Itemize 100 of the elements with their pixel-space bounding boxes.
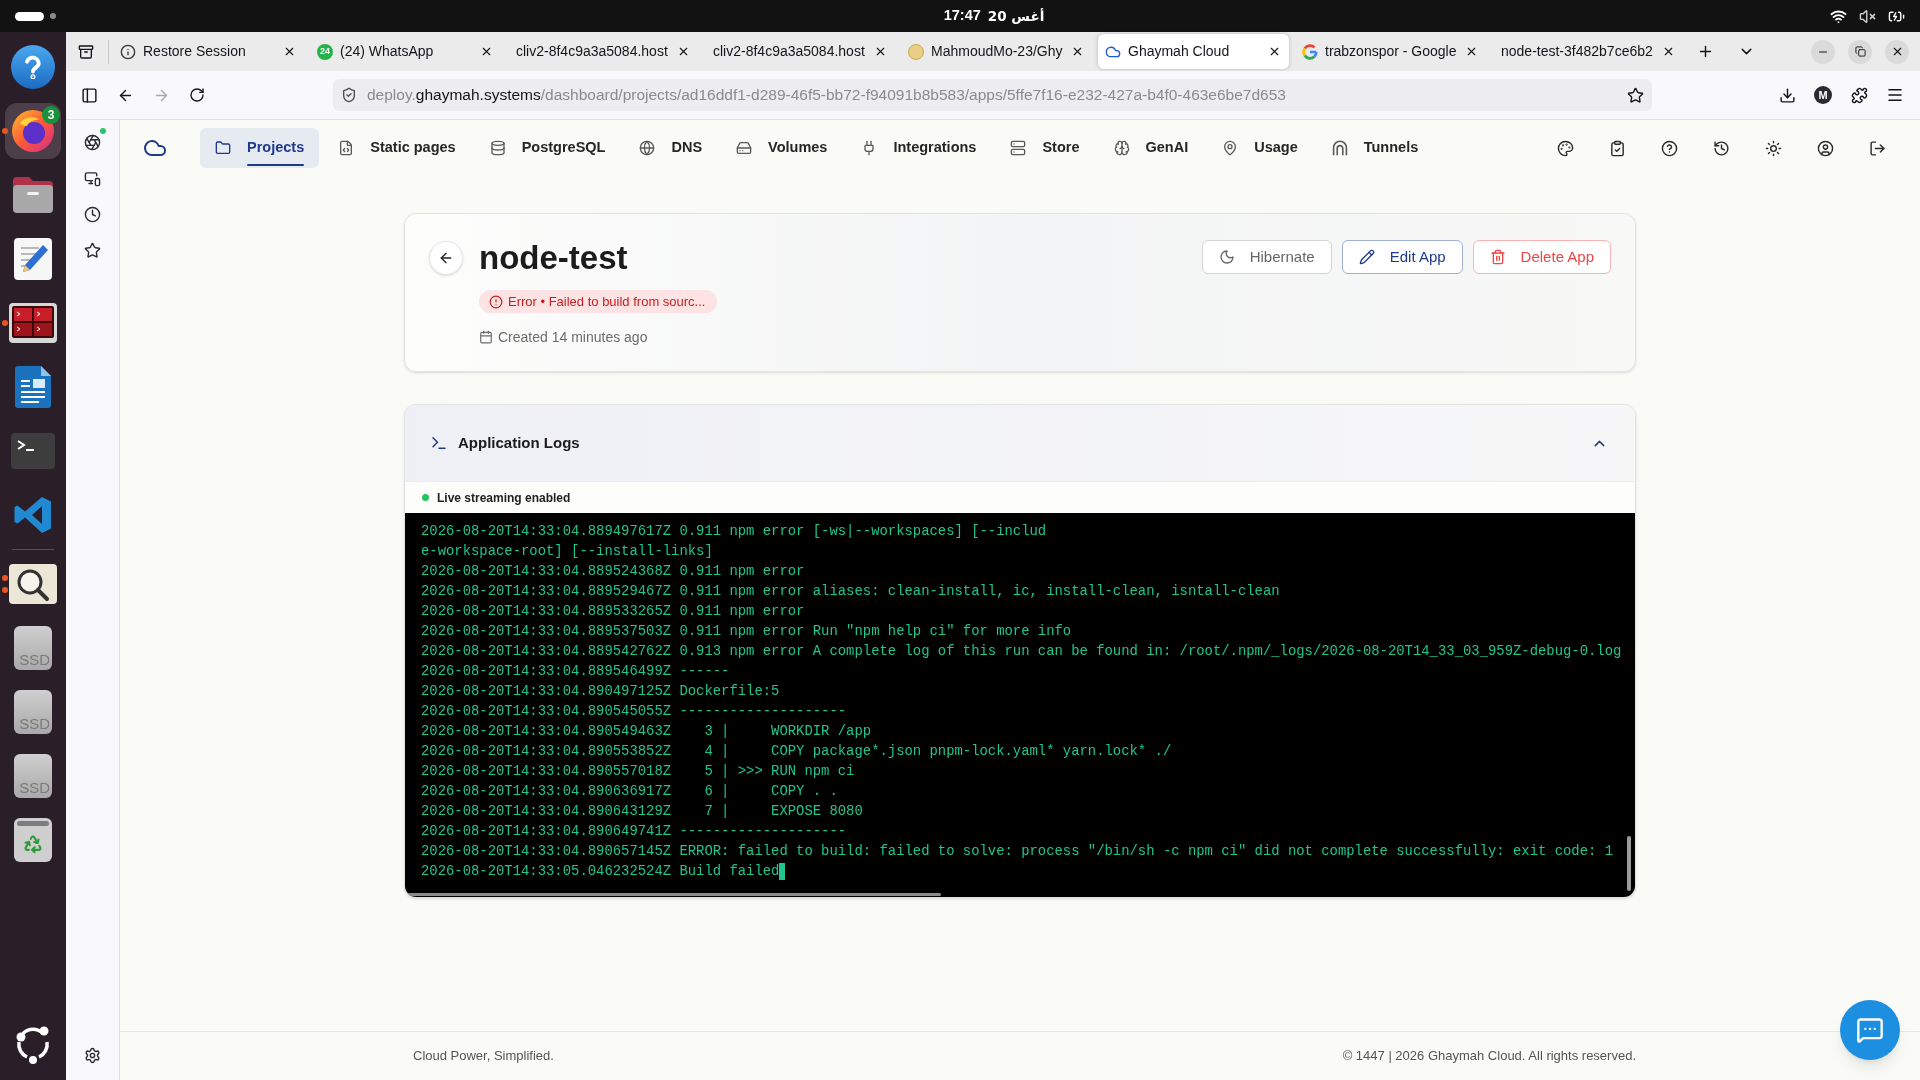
nav-tab[interactable]: Volumes bbox=[721, 128, 843, 168]
browser-tab[interactable]: trabzonspor - Google bbox=[1295, 34, 1486, 69]
logout-icon bbox=[1868, 139, 1886, 157]
back-arrow-icon bbox=[438, 250, 454, 266]
delete-button[interactable]: Delete App bbox=[1472, 240, 1611, 274]
clock-time: 17:47 bbox=[943, 6, 981, 26]
horizontal-scrollbar-thumb[interactable] bbox=[407, 893, 941, 896]
avatar-icon bbox=[908, 43, 924, 60]
edit-button[interactable]: Edit App bbox=[1341, 240, 1463, 274]
address-bar[interactable]: deploy.ghaymah.systems/dashboard/projects/ad16ddf1-d289-46f5-bb72-f94091b8b583/apps/5ffe7f16-e232-427a-b4f0-463e6be7d653 bbox=[333, 79, 1652, 111]
clock-icon bbox=[84, 205, 101, 223]
ribbon-logo-icon bbox=[13, 495, 53, 535]
devices-icon bbox=[84, 169, 101, 187]
folder-icon bbox=[11, 175, 55, 215]
star-icon bbox=[1627, 86, 1644, 104]
file-code-icon bbox=[338, 140, 355, 156]
arch-icon bbox=[1331, 140, 1348, 156]
chat-button[interactable] bbox=[1840, 1000, 1900, 1060]
server-icon bbox=[1010, 140, 1027, 156]
settings-icon bbox=[84, 1046, 101, 1064]
aperture-icon bbox=[84, 133, 101, 151]
minimize-button[interactable] bbox=[1811, 39, 1835, 64]
log-line: 2026-08-20T14:33:04.889542762Z 0.913 npm error A complete log of this run can be found in: /root/.npm/_logs/2026-08-20T14_33_03_959Z-debug-0.log bbox=[421, 642, 1622, 661]
database-icon bbox=[489, 140, 506, 156]
nav-tab[interactable]: Projects bbox=[200, 128, 320, 168]
log-line: 2026-08-20T14:33:04.890553852Z 4 | COPY package*.json pnpm-lock.yaml* yarn.lock* ./ bbox=[421, 742, 1172, 761]
globe-icon bbox=[639, 140, 656, 156]
info-icon bbox=[120, 43, 136, 60]
help-icon bbox=[1660, 139, 1678, 157]
streaming-status: Live streaming enabled bbox=[437, 489, 571, 507]
chat-icon bbox=[1856, 1016, 1884, 1044]
log-line: 2026-08-20T14:33:04.889537503Z 0.911 npm error Run "npm help ci" for more info bbox=[421, 622, 1072, 641]
browser-tab[interactable]: 24 (24) WhatsApp bbox=[310, 34, 501, 69]
sun-icon bbox=[1764, 139, 1782, 157]
log-line: 2026-08-20T14:33:04.889524368Z 0.911 npm error bbox=[421, 562, 805, 581]
notification-count-badge: 3 bbox=[42, 106, 60, 124]
nav-tab[interactable]: Integrations bbox=[846, 128, 992, 168]
nav-tab[interactable]: GenAI bbox=[1098, 128, 1204, 168]
restore-icon bbox=[1854, 46, 1866, 57]
terminal-prompt-icon bbox=[430, 434, 448, 452]
profile-button[interactable]: M bbox=[1814, 86, 1832, 104]
sidebar-icon bbox=[80, 86, 98, 104]
reload-icon bbox=[189, 87, 205, 103]
log-line: 2026-08-20T14:33:04.889497617Z 0.911 npm error [-ws|--workspaces] [--includ bbox=[421, 522, 1047, 541]
tray-icon bbox=[78, 43, 94, 60]
tab-title: node-test-3f482b7ce6b2 bbox=[1500, 42, 1651, 61]
close-window-button[interactable] bbox=[1885, 39, 1909, 64]
browser-tab[interactable]: cliv2-8f4c9a3a5084.host bbox=[704, 34, 895, 69]
nav-tab[interactable]: Tunnels bbox=[1316, 128, 1434, 168]
browser-tab[interactable]: Ghaymah Cloud bbox=[1098, 34, 1289, 69]
download-icon bbox=[1778, 86, 1796, 104]
clipboard-check-icon bbox=[1608, 139, 1626, 157]
log-line: e-workspace-root] [--install-links] bbox=[421, 542, 713, 561]
star-icon bbox=[84, 241, 101, 259]
map-pin-icon bbox=[1222, 140, 1239, 156]
brain-icon bbox=[1113, 140, 1130, 156]
log-line: 2026-08-20T14:33:04.890636917Z 6 | COPY . . bbox=[421, 782, 838, 801]
terminal-icon bbox=[11, 433, 55, 469]
browser-tab[interactable]: MahmoudMo-23/Ghy bbox=[901, 34, 1092, 69]
nav-tab[interactable]: Static pages bbox=[323, 128, 471, 168]
pencil-icon bbox=[1358, 249, 1375, 265]
terminal-grid-icon bbox=[9, 303, 57, 343]
log-line: 2026-08-20T14:33:04.890545055Z -------------------- bbox=[421, 702, 847, 721]
tab-title: (24) WhatsApp bbox=[340, 42, 435, 61]
nav-tab[interactable]: DNS bbox=[624, 128, 718, 168]
help-icon bbox=[11, 45, 55, 89]
user-icon bbox=[1816, 139, 1834, 157]
nav-tab[interactable]: Usage bbox=[1207, 128, 1313, 168]
back-button[interactable] bbox=[429, 241, 463, 275]
restore-button[interactable] bbox=[1848, 39, 1872, 64]
trash-icon bbox=[1489, 249, 1506, 265]
vertical-scrollbar-thumb[interactable] bbox=[1627, 836, 1631, 891]
status-text: Error • Failed to build from sourc... bbox=[508, 292, 706, 311]
history-icon bbox=[1712, 139, 1730, 157]
log-line: 2026-08-20T14:33:04.890649741Z -------------------- bbox=[421, 822, 847, 841]
footer-copyright: © 1447 | 2026 Ghaymah Cloud. All rights reserved. bbox=[1342, 1047, 1636, 1066]
muted-speaker-icon bbox=[1859, 7, 1876, 25]
dock-app-button[interactable]: 3 bbox=[5, 103, 61, 159]
workspace-pill-icon bbox=[15, 11, 44, 21]
alert-icon bbox=[489, 294, 503, 309]
browser-tab[interactable]: cliv2-8f4c9a3a5084.host bbox=[507, 34, 698, 69]
nav-tab[interactable]: Store bbox=[995, 128, 1095, 168]
tab-title: trabzonspor - Google bbox=[1325, 42, 1454, 61]
log-line: 2026-08-20T14:33:04.890497125Z Dockerfile:5 bbox=[421, 682, 780, 701]
created-time: Created 14 minutes ago bbox=[498, 327, 648, 347]
tab-title: Restore Session bbox=[143, 42, 247, 61]
drive-label: SSD bbox=[19, 714, 50, 734]
logs-title: Application Logs bbox=[458, 432, 580, 453]
nav-tab[interactable]: PostgreSQL bbox=[474, 128, 621, 168]
document-icon bbox=[13, 365, 53, 409]
folder-icon bbox=[215, 140, 231, 156]
log-line: 2026-08-20T14:33:04.890557018Z 5 | >>> RUN npm ci bbox=[421, 762, 855, 781]
url-text: deploy.ghaymah.systems/dashboard/projects/ad16ddf1-d289-46f5-bb72-f94091b8b583/apps/5ffe7f16-e232-427a-b4f0-463e6be7d653 bbox=[367, 85, 1286, 106]
tab-title: cliv2-8f4c9a3a5084.host bbox=[712, 42, 863, 61]
globe-icon bbox=[11, 109, 55, 153]
drive-label: SSD bbox=[19, 778, 50, 798]
browser-tab[interactable]: node-test-3f482b7ce6b2 bbox=[1492, 34, 1683, 69]
menu-icon bbox=[1886, 86, 1904, 104]
browser-tab[interactable]: Restore Session bbox=[113, 34, 304, 69]
hibernate-button[interactable]: Hibernate bbox=[1201, 240, 1332, 274]
